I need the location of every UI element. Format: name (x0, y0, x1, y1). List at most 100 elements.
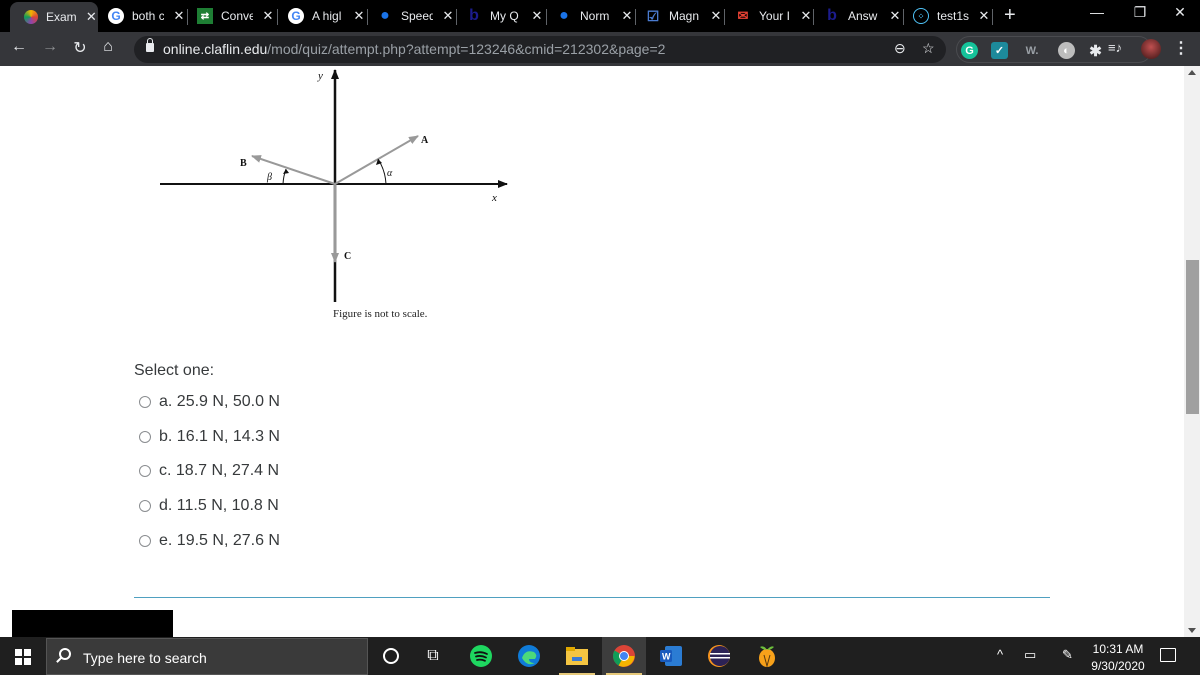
back-button[interactable]: ← (9, 38, 29, 56)
windows-taskbar: Type here to search ⧉ W ^ ▭ ✎ 10:31 AM 9… (0, 637, 1200, 675)
fl-studio-icon[interactable] (755, 644, 779, 668)
grammarly-icon[interactable]: G (961, 42, 978, 59)
close-tab-icon[interactable]: ✕ (261, 8, 275, 24)
tab-test1s[interactable]: ⁘ test1s ✕ (913, 0, 991, 32)
vector-a (334, 135, 419, 185)
close-window-button[interactable]: ✕ (1157, 4, 1200, 21)
tab-answ[interactable]: b Answ ✕ (824, 0, 902, 32)
tab-my-q[interactable]: b My Q ✕ (466, 0, 544, 32)
checkbox-icon: ☑ (646, 7, 660, 24)
section-divider (134, 597, 1050, 598)
eclipse-icon[interactable] (707, 644, 731, 668)
scroll-up-arrow-icon[interactable] (1188, 70, 1196, 75)
figure-caption: Figure is not to scale. (333, 308, 428, 320)
minimize-button[interactable]: — (1074, 4, 1120, 20)
tab-title: test1s (937, 9, 969, 23)
radio-button[interactable] (139, 500, 151, 512)
tab-magn[interactable]: ☑ Magn ✕ (645, 0, 723, 32)
start-tile (24, 649, 31, 656)
show-hidden-icons-chevron[interactable]: ^ (997, 647, 1003, 662)
battery-icon[interactable]: ▭ (1024, 647, 1036, 663)
w-extension-icon[interactable]: W. (1019, 42, 1045, 59)
google-icon: G (108, 8, 124, 24)
option-text: 25.9 N, 50.0 N (176, 393, 280, 410)
tab-exam[interactable]: Exam ✕ (10, 2, 98, 32)
home-button[interactable]: ⌂ (98, 38, 118, 56)
radio-button[interactable] (139, 535, 151, 547)
tab-both[interactable]: G both c ✕ (108, 0, 186, 32)
tab-converter[interactable]: ⇄ Conve ✕ (197, 0, 275, 32)
task-view-icon[interactable]: ⧉ (421, 644, 445, 668)
close-tab-icon[interactable]: ✕ (530, 8, 544, 24)
tab-speed[interactable]: ● Speed ✕ (377, 0, 455, 32)
close-tab-icon[interactable]: ✕ (977, 8, 991, 24)
chrome-menu-icon[interactable]: ⋮ (1173, 38, 1189, 58)
option-text: 19.5 N, 27.6 N (176, 532, 280, 549)
radio-button[interactable] (139, 431, 151, 443)
teal-extension-icon[interactable]: ✓ (991, 42, 1008, 59)
scroll-down-arrow-icon[interactable] (1188, 628, 1196, 633)
chrome-icon[interactable] (606, 644, 642, 675)
option-letter: b. (159, 428, 173, 445)
answer-option-a[interactable]: a. 25.9 N, 50.0 N (139, 393, 280, 411)
tab-title: Answ (848, 9, 878, 23)
lock-icon[interactable] (146, 38, 154, 52)
profile-avatar[interactable] (1141, 39, 1161, 59)
radio-button[interactable] (139, 465, 151, 477)
close-tab-icon[interactable]: ✕ (352, 8, 366, 24)
y-axis-label: y (317, 70, 323, 82)
tab-separator (367, 9, 368, 25)
tab-norm[interactable]: ● Norm ✕ (556, 0, 634, 32)
tab-a-high[interactable]: G A higl ✕ (288, 0, 366, 32)
tab-title: both c (132, 9, 164, 23)
vector-a-label: A (421, 135, 429, 146)
word-icon[interactable]: W (659, 644, 683, 668)
windows-start-button[interactable] (15, 649, 31, 665)
search-placeholder: Type here to search (83, 650, 207, 666)
tab-title: Exam (46, 10, 77, 24)
close-tab-icon[interactable]: ✕ (620, 8, 634, 24)
tab-separator (903, 9, 904, 25)
answer-option-b[interactable]: b. 16.1 N, 14.3 N (139, 428, 280, 446)
search-icon (59, 648, 71, 660)
tab-separator (187, 9, 188, 25)
page-scrollbar[interactable] (1184, 66, 1200, 637)
address-bar[interactable]: online.claflin.edu/mod/quiz/attempt.php?… (134, 36, 946, 63)
close-tab-icon[interactable]: ✕ (172, 8, 186, 24)
close-tab-icon[interactable]: ✕ (888, 8, 902, 24)
puzzle-extensions-icon[interactable]: ✱ (1087, 42, 1104, 60)
google-icon: G (288, 8, 304, 24)
grey-extension-icon[interactable]: ◐ (1058, 42, 1075, 59)
url-text[interactable]: online.claflin.edu/mod/quiz/attempt.php?… (163, 41, 665, 57)
claflin-logo-icon (24, 10, 38, 24)
file-explorer-icon[interactable] (559, 644, 595, 675)
reload-button[interactable]: ↻ (70, 38, 90, 58)
close-tab-icon[interactable]: ✕ (441, 8, 455, 24)
dot-logo-icon: ● (559, 7, 569, 24)
edge-icon[interactable] (517, 644, 541, 668)
answer-option-e[interactable]: e. 19.5 N, 27.6 N (139, 532, 280, 550)
zoom-icon[interactable]: ⊖ (894, 40, 906, 57)
spotify-icon[interactable] (469, 644, 493, 668)
taskbar-search-box[interactable]: Type here to search (46, 638, 368, 675)
scroll-thumb[interactable] (1186, 260, 1199, 414)
browser-toolbar: ← → ↻ ⌂ online.claflin.edu/mod/quiz/atte… (0, 32, 1200, 66)
forward-button[interactable]: → (40, 38, 60, 56)
bookmark-star-icon[interactable]: ☆ (922, 40, 935, 57)
tab-separator (992, 9, 993, 25)
tab-your[interactable]: ✉ Your I ✕ (735, 0, 813, 32)
close-tab-icon[interactable]: ✕ (799, 8, 813, 24)
start-tile (15, 649, 22, 656)
media-control-icon[interactable]: ≡♪ (1108, 40, 1122, 55)
pen-icon[interactable]: ✎ (1062, 647, 1073, 663)
system-clock[interactable]: 10:31 AM 9/30/2020 (1088, 641, 1148, 675)
answer-option-d[interactable]: d. 11.5 N, 10.8 N (139, 497, 279, 515)
radio-button[interactable] (139, 396, 151, 408)
close-tab-icon[interactable]: ✕ (85, 9, 98, 25)
cortana-icon[interactable] (379, 644, 403, 668)
action-center-icon[interactable] (1160, 648, 1176, 662)
close-tab-icon[interactable]: ✕ (709, 8, 723, 24)
url-path: /mod/quiz/attempt.php?attempt=123246&cmi… (267, 41, 666, 57)
answer-option-c[interactable]: c. 18.7 N, 27.4 N (139, 462, 279, 480)
new-tab-button[interactable]: + (1004, 4, 1016, 27)
